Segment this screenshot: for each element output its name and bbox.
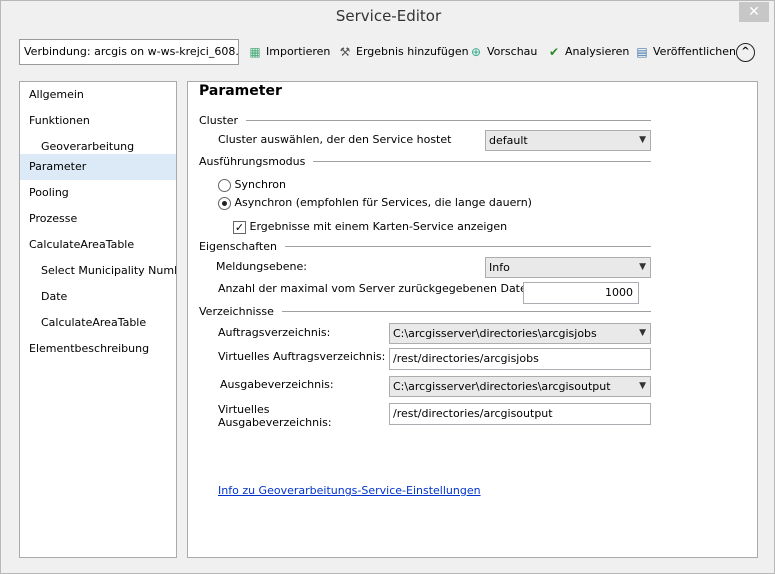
sidebar: Allgemein Funktionen Geoverarbeitung Par… — [19, 81, 177, 558]
divider — [284, 245, 651, 247]
divider — [246, 119, 651, 121]
vout-input[interactable]: /rest/directories/arcgisoutput — [389, 403, 651, 425]
connection-field[interactable]: Verbindung: arcgis on w-ws-krejci_608... — [19, 39, 239, 65]
publish-button[interactable]: ▤ Veröffentlichen — [634, 39, 736, 65]
publish-icon: ▤ — [636, 45, 648, 59]
page-title: Parameter — [199, 83, 282, 99]
analyze-button[interactable]: ✔ Analysieren — [546, 39, 629, 65]
sidebar-item-prozesse[interactable]: Prozesse — [20, 206, 176, 232]
jobs-select[interactable]: C:\arcgisserver\directories\arcgisjobs ▼ — [389, 323, 651, 344]
checkbox-checked-icon: ✓ — [233, 220, 246, 234]
radio-selected-icon — [218, 196, 231, 210]
out-value: C:\arcgisserver\directories\arcgisoutput — [393, 380, 611, 393]
cluster-value: default — [489, 134, 528, 147]
chevron-down-icon: ▼ — [639, 328, 646, 338]
sidebar-item-elementbeschreibung[interactable]: Elementbeschreibung — [20, 336, 176, 362]
sidebar-item-select-municipality[interactable]: Select Municipality Number — [20, 258, 176, 284]
cluster-select[interactable]: default ▼ — [485, 130, 651, 151]
map-result-label: Ergebnisse mit einem Karten-Service anze… — [249, 220, 508, 233]
sidebar-item-funktionen[interactable]: Funktionen — [20, 108, 176, 134]
level-label: Meldungsebene: — [216, 260, 307, 273]
vout-label-line2: Ausgabeverzeichnis: — [218, 416, 332, 429]
section-heading: Verzeichnisse — [199, 304, 274, 318]
checkmark-icon: ✔ — [548, 45, 560, 59]
section-cluster: Cluster — [199, 113, 651, 127]
level-value: Info — [489, 261, 510, 274]
vjobs-label: Virtuelles Auftragsverzeichnis: — [218, 350, 386, 363]
jobs-label: Auftragsverzeichnis: — [218, 326, 331, 339]
sidebar-item-calculateareatable-param[interactable]: CalculateAreaTable — [20, 310, 176, 336]
sidebar-item-date[interactable]: Date — [20, 284, 176, 310]
chevron-down-icon: ▼ — [639, 135, 646, 145]
section-dirs: Verzeichnisse — [199, 304, 651, 318]
import-button[interactable]: ▦ Importieren — [247, 39, 330, 65]
chevron-down-icon: ▼ — [639, 381, 646, 391]
preview-icon: ⊕ — [470, 45, 482, 59]
cluster-label: Cluster auswählen, der den Service hoste… — [218, 133, 452, 146]
async-radio[interactable]: Asynchron (empfohlen für Services, die l… — [218, 196, 532, 210]
collapse-button[interactable]: ^ — [736, 43, 755, 62]
section-heading: Cluster — [199, 113, 239, 127]
info-link[interactable]: Info zu Geoverarbeitungs-Service-Einstel… — [218, 484, 481, 497]
chevron-down-icon: ▼ — [639, 262, 646, 272]
out-label: Ausgabeverzeichnis: — [220, 378, 334, 391]
analyze-label: Analysieren — [565, 45, 630, 58]
publish-label: Veröffentlichen — [653, 45, 736, 58]
preview-label: Vorschau — [487, 45, 538, 58]
sync-radio[interactable]: Synchron — [218, 178, 286, 192]
sidebar-item-calculateareatable[interactable]: CalculateAreaTable — [20, 232, 176, 258]
close-button[interactable]: ✕ — [739, 2, 769, 22]
section-heading: Eigenschaften — [199, 239, 277, 253]
window-title: Service-Editor — [335, 7, 442, 25]
preview-button[interactable]: ⊕ Vorschau — [468, 39, 537, 65]
sidebar-item-pooling[interactable]: Pooling — [20, 180, 176, 206]
out-select[interactable]: C:\arcgisserver\directories\arcgisoutput… — [389, 376, 651, 397]
add-result-button[interactable]: ⚒ Ergebnis hinzufügen — [337, 39, 469, 65]
section-mode: Ausführungsmodus — [199, 154, 651, 168]
divider — [281, 310, 651, 312]
import-icon: ▦ — [249, 45, 261, 59]
sync-label: Synchron — [234, 178, 286, 191]
section-props: Eigenschaften — [199, 239, 651, 253]
add-result-label: Ergebnis hinzufügen — [356, 45, 469, 58]
sidebar-item-parameter[interactable]: Parameter — [20, 154, 176, 180]
radio-icon — [218, 178, 231, 192]
vjobs-input[interactable]: /rest/directories/arcgisjobs — [389, 348, 651, 370]
sidebar-item-allgemein[interactable]: Allgemein — [20, 82, 176, 108]
import-label: Importieren — [266, 45, 331, 58]
level-select[interactable]: Info ▼ — [485, 257, 651, 278]
max-records-label: Anzahl der maximal vom Server zurückgege… — [218, 282, 564, 295]
max-records-input[interactable]: 1000 — [523, 282, 639, 304]
section-heading: Ausführungsmodus — [199, 154, 306, 168]
hammer-icon: ⚒ — [339, 45, 351, 59]
divider — [313, 160, 651, 162]
vout-label-line1: Virtuelles — [218, 403, 270, 416]
map-result-checkbox[interactable]: ✓ Ergebnisse mit einem Karten-Service an… — [233, 220, 507, 234]
jobs-value: C:\arcgisserver\directories\arcgisjobs — [393, 327, 597, 340]
async-label: Asynchron (empfohlen für Services, die l… — [234, 196, 532, 209]
